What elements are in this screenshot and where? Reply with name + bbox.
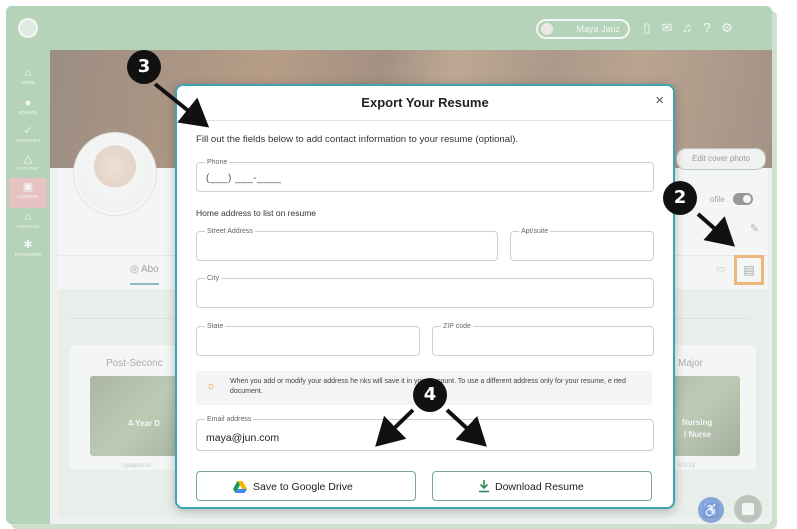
arrow-callout-4-left [375,408,415,447]
annotation-arrows [153,82,735,447]
callout-badge-2: 2 [663,181,697,215]
arrow-callout-2 [696,212,735,247]
callout-badge-3: 3 [127,50,161,84]
arrow-callout-3 [153,82,210,128]
arrow-callout-4-right [445,408,487,447]
callout-badge-4: 4 [413,378,447,412]
